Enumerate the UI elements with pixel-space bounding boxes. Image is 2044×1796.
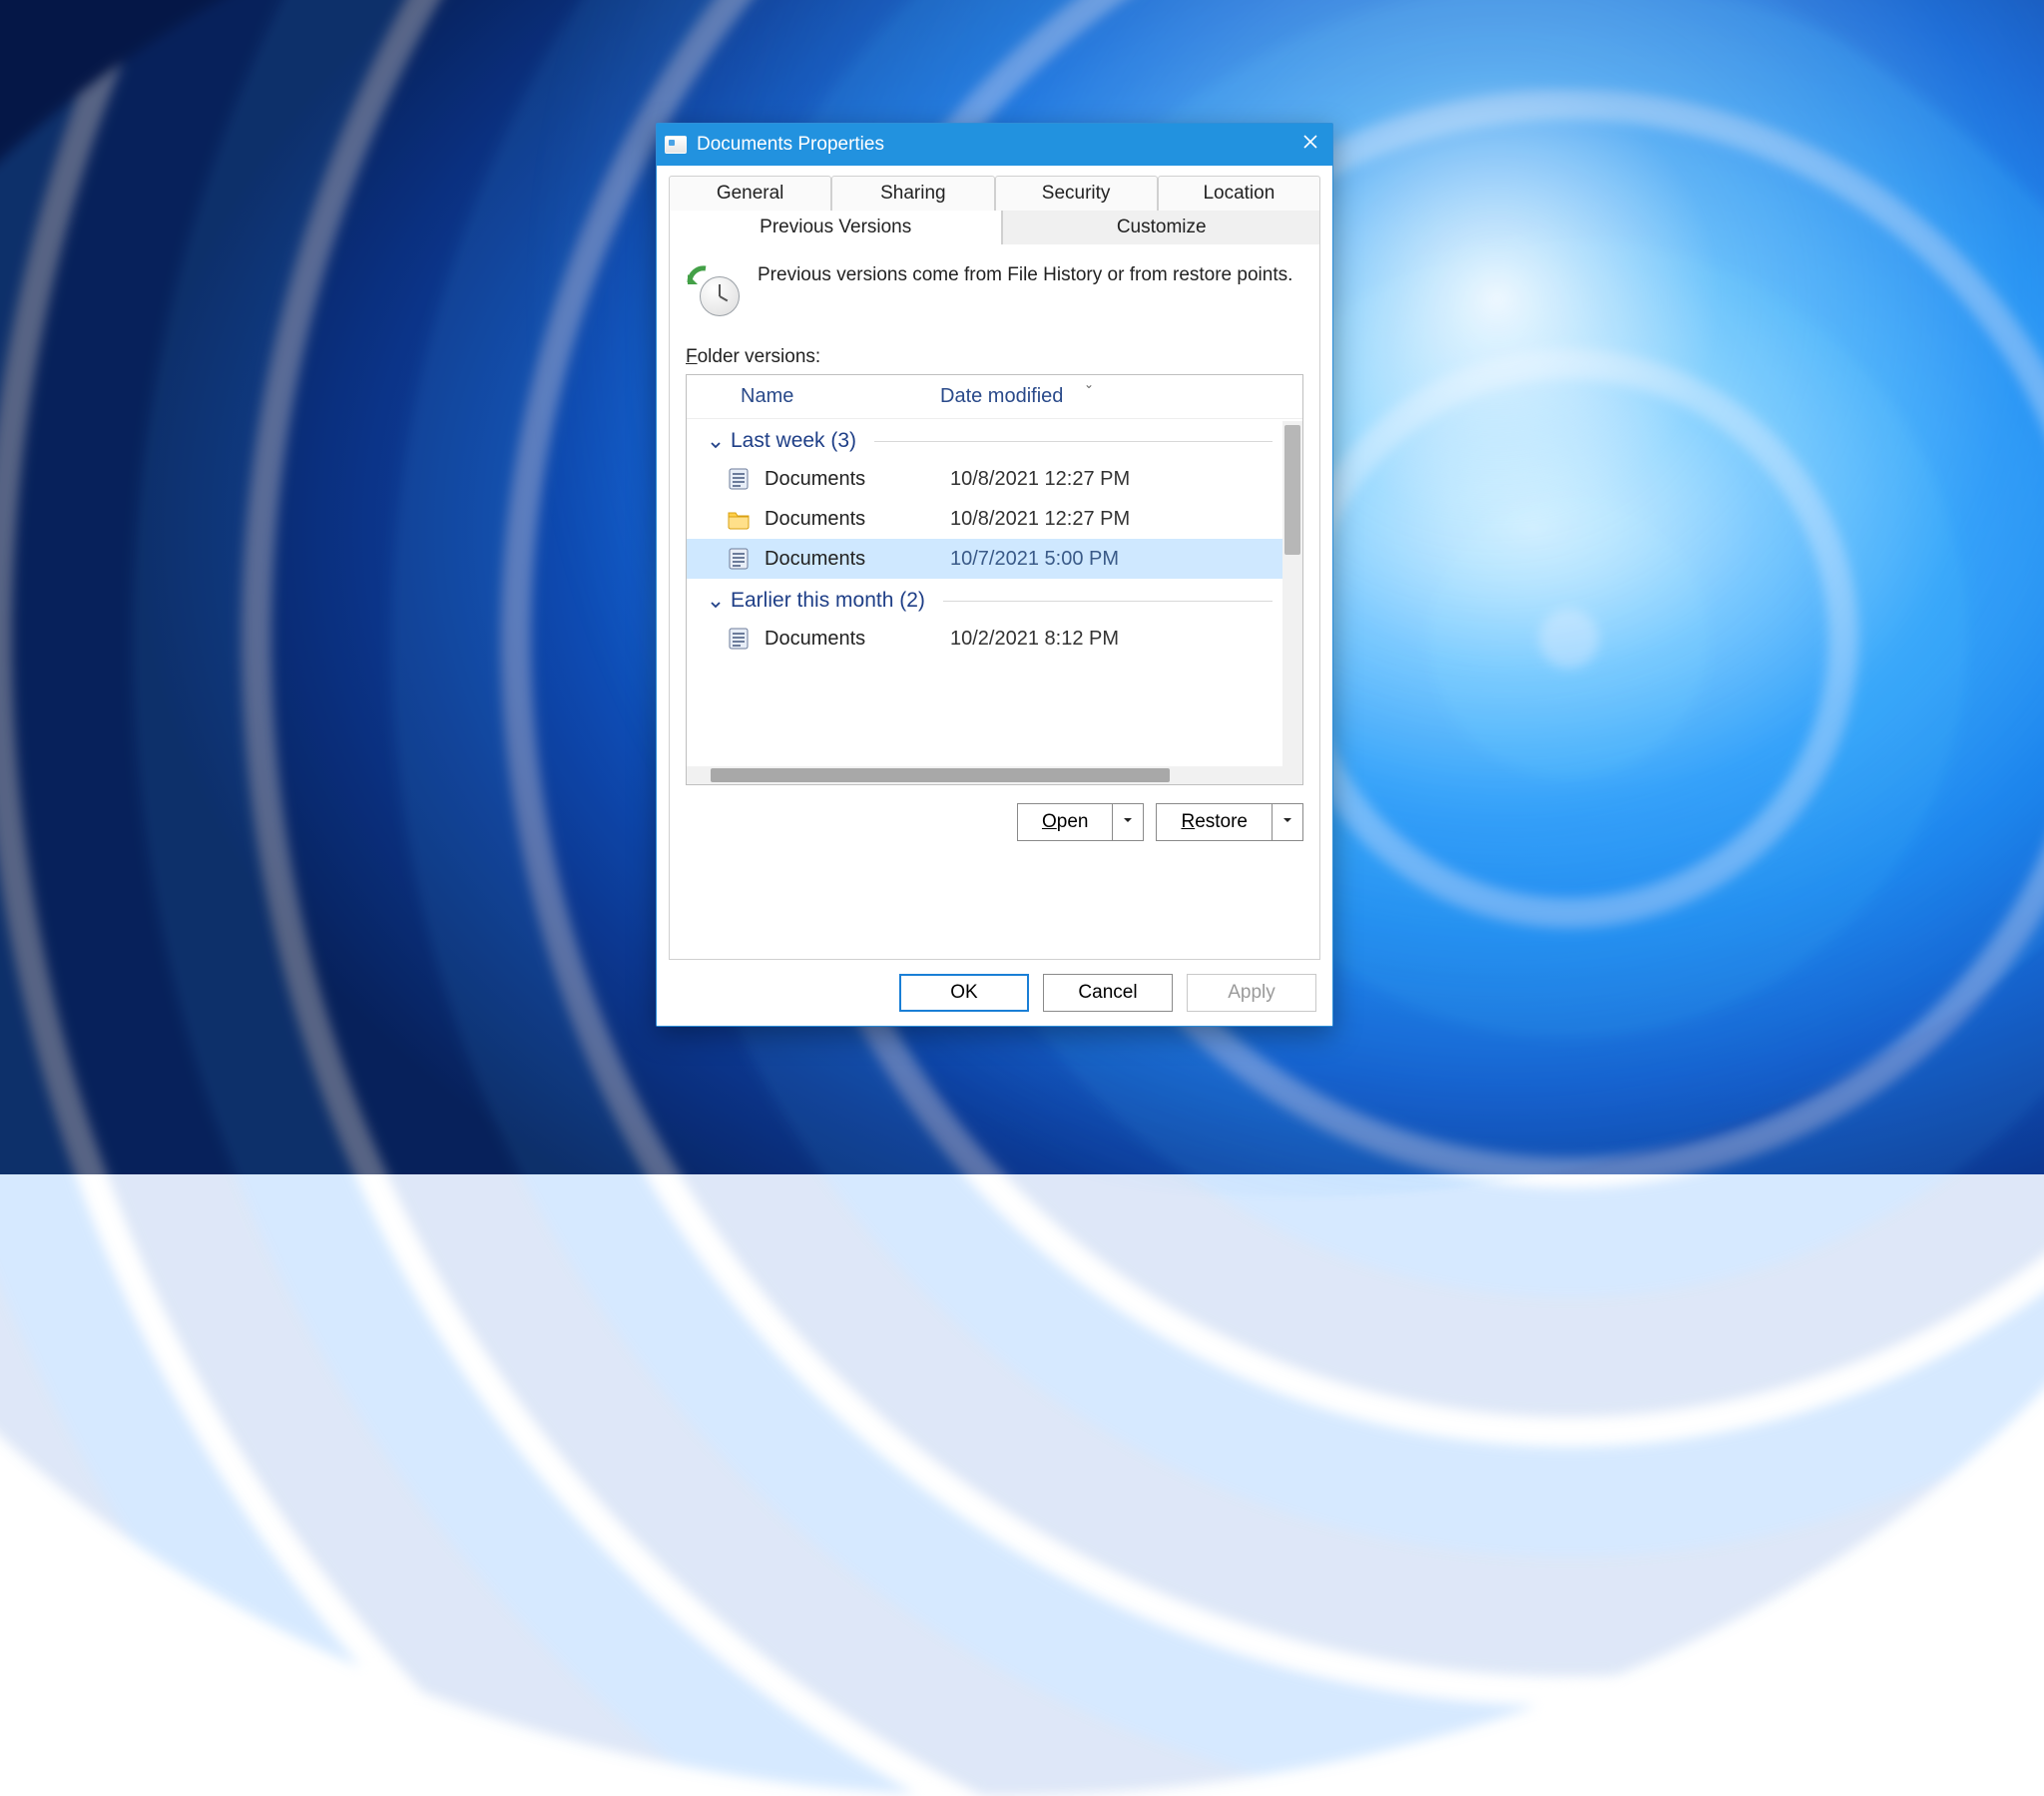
tab-row-1: General Sharing Security Location (669, 176, 1320, 211)
version-item-selected[interactable]: Documents 10/7/2021 5:00 PM (687, 539, 1282, 579)
chevron-down-icon (709, 434, 723, 448)
ok-button[interactable]: OK (899, 974, 1029, 1012)
column-header-name[interactable]: Name (741, 385, 940, 408)
scroll-corner (1282, 766, 1302, 784)
group-divider (943, 601, 1273, 602)
cancel-button[interactable]: Cancel (1043, 974, 1173, 1012)
listview-body: Last week (3) Documents 10/8/2021 12:27 … (687, 419, 1302, 784)
group-title: Earlier this month (2) (731, 589, 925, 613)
item-date: 10/2/2021 8:12 PM (950, 628, 1119, 651)
item-name: Documents (765, 508, 950, 531)
dropdown-icon (1122, 813, 1134, 831)
tab-location[interactable]: Location (1158, 176, 1320, 211)
restore-split-button: Restore (1156, 803, 1303, 841)
group-earlier-this-month[interactable]: Earlier this month (2) (687, 579, 1282, 619)
item-date: 10/8/2021 12:27 PM (950, 508, 1130, 531)
version-item[interactable]: Documents 10/8/2021 12:27 PM (687, 499, 1282, 539)
window-system-icon (665, 136, 687, 154)
vertical-scroll-thumb[interactable] (1284, 425, 1300, 555)
version-item[interactable]: Documents 10/8/2021 12:27 PM (687, 459, 1282, 499)
item-name: Documents (765, 548, 950, 571)
vertical-scrollbar[interactable] (1282, 421, 1302, 766)
horizontal-scrollbar[interactable] (687, 766, 1282, 784)
titlebar[interactable]: Documents Properties (657, 124, 1332, 166)
item-date: 10/7/2021 5:00 PM (950, 548, 1119, 571)
open-split-button: Open (1017, 803, 1144, 841)
document-icon (727, 627, 751, 651)
tab-general[interactable]: General (669, 176, 831, 211)
group-last-week[interactable]: Last week (3) (687, 419, 1282, 459)
dropdown-icon (1281, 813, 1293, 831)
restore-dropdown-button[interactable] (1273, 804, 1302, 840)
close-button[interactable] (1288, 124, 1332, 166)
tab-content-previous-versions: Previous versions come from File History… (669, 244, 1320, 960)
item-name: Documents (765, 628, 950, 651)
tab-previous-versions[interactable]: Previous Versions (669, 211, 1002, 244)
window-title: Documents Properties (697, 134, 1288, 156)
group-divider (874, 441, 1273, 442)
listview-header[interactable]: ⌄ Name Date modified (687, 375, 1302, 419)
version-item[interactable]: Documents 10/2/2021 8:12 PM (687, 619, 1282, 659)
horizontal-scroll-thumb[interactable] (711, 768, 1170, 782)
client-area: General Sharing Security Location Previo… (657, 166, 1332, 1026)
versions-listview[interactable]: ⌄ Name Date modified Last week (3) (686, 374, 1303, 785)
dialog-button-row: OK Cancel Apply (669, 960, 1320, 1014)
document-icon (727, 547, 751, 571)
info-text: Previous versions come from File History… (758, 262, 1292, 316)
folder-versions-label: Folder versions: (686, 346, 1303, 368)
action-buttons-row: Open Restore (686, 803, 1303, 841)
restore-button[interactable]: Restore (1157, 804, 1273, 840)
item-date: 10/8/2021 12:27 PM (950, 468, 1130, 491)
properties-dialog: Documents Properties General Sharing Sec… (656, 123, 1333, 1027)
column-header-date[interactable]: Date modified (940, 385, 1063, 408)
open-dropdown-button[interactable] (1113, 804, 1143, 840)
info-row: Previous versions come from File History… (686, 262, 1303, 316)
sort-chevron-icon: ⌄ (1084, 377, 1094, 391)
group-title: Last week (3) (731, 429, 856, 453)
history-icon (686, 262, 740, 316)
chevron-down-icon (709, 594, 723, 608)
folder-icon (727, 507, 751, 531)
apply-button: Apply (1187, 974, 1316, 1012)
close-icon (1302, 134, 1318, 156)
tab-customize[interactable]: Customize (1002, 211, 1320, 244)
tab-sharing[interactable]: Sharing (831, 176, 994, 211)
item-name: Documents (765, 468, 950, 491)
document-icon (727, 467, 751, 491)
open-button[interactable]: Open (1018, 804, 1113, 840)
tab-security[interactable]: Security (995, 176, 1158, 211)
tab-row-2: Previous Versions Customize (669, 211, 1320, 244)
